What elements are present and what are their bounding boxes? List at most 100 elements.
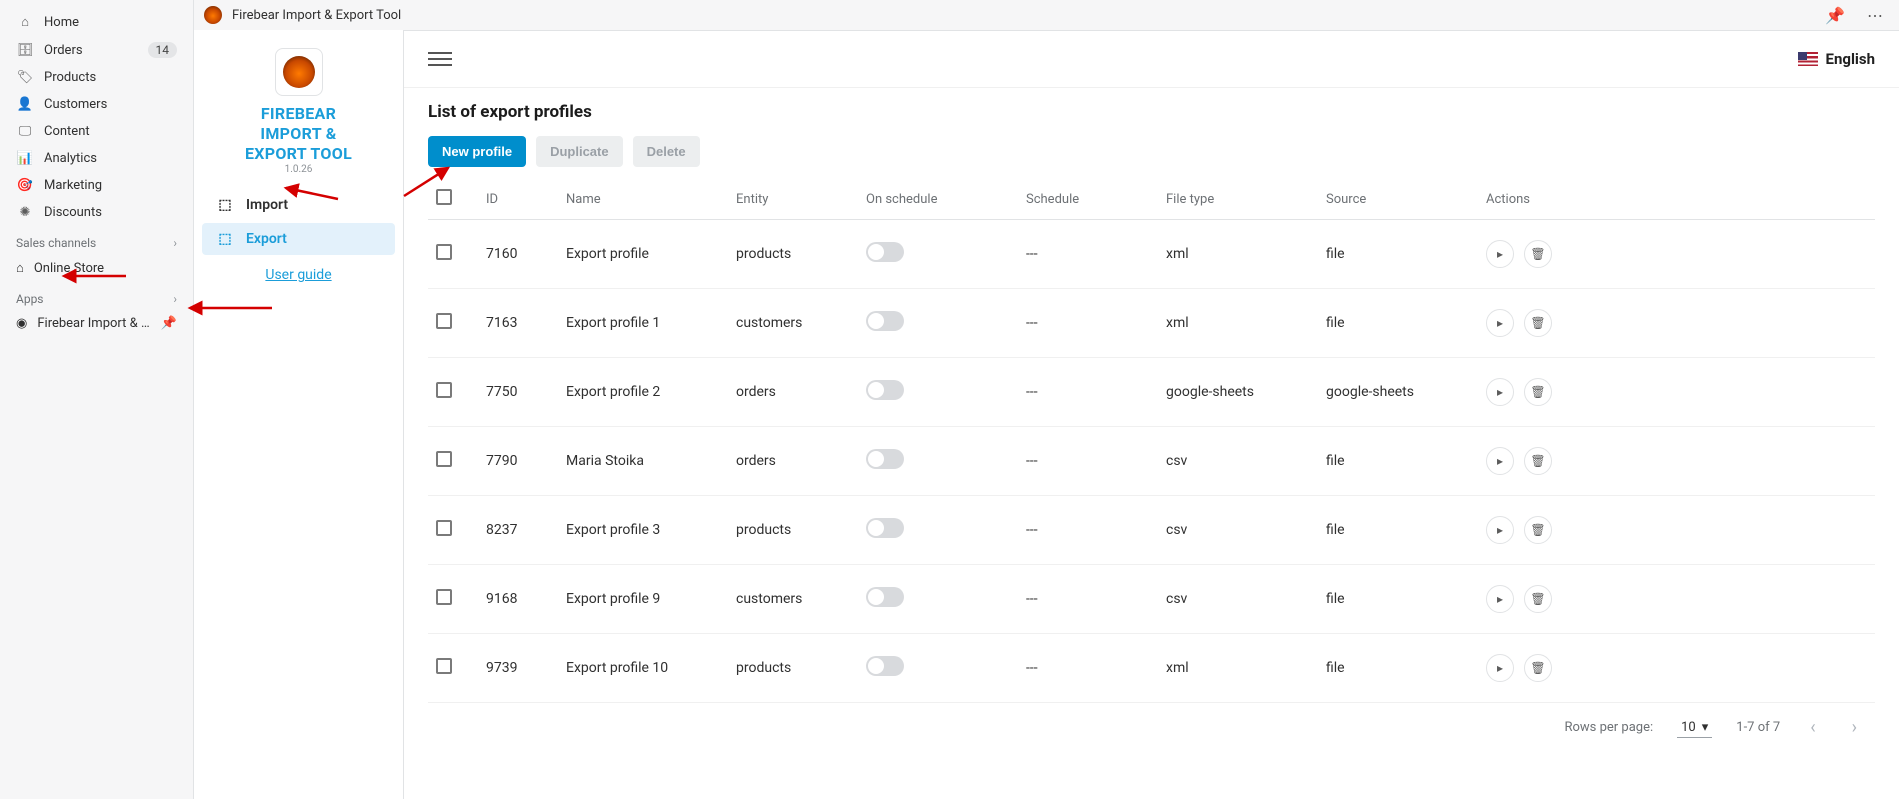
cell-source: file	[1318, 496, 1478, 565]
run-button[interactable]: ▸	[1486, 378, 1514, 406]
sidebar-item-products[interactable]: 🏷Products	[4, 64, 189, 91]
cell-filetype: xml	[1158, 634, 1318, 703]
run-button[interactable]: ▸	[1486, 240, 1514, 268]
row-checkbox[interactable]	[436, 244, 452, 260]
duplicate-button: Duplicate	[536, 136, 623, 167]
nav-label: Analytics	[44, 151, 177, 166]
pin-icon[interactable]: 📌	[1819, 6, 1851, 25]
pager-next[interactable]: ›	[1846, 717, 1863, 738]
cell-name: Export profile 2	[558, 358, 728, 427]
cell-entity: customers	[728, 289, 858, 358]
schedule-toggle[interactable]	[866, 380, 904, 400]
table-row[interactable]: 8237Export profile 3products---csvfile▸🗑	[428, 496, 1875, 565]
row-checkbox[interactable]	[436, 451, 452, 467]
schedule-toggle[interactable]	[866, 587, 904, 607]
schedule-toggle[interactable]	[866, 518, 904, 538]
page-title: List of export profiles	[428, 102, 1875, 122]
run-button[interactable]: ▸	[1486, 654, 1514, 682]
delete-row-button[interactable]: 🗑	[1524, 516, 1552, 544]
schedule-toggle[interactable]	[866, 449, 904, 469]
nav-icon: 🗄	[16, 43, 34, 58]
sidebar-item-marketing[interactable]: 🎯Marketing	[4, 172, 189, 199]
sidebar-item-discounts[interactable]: ✺ Discounts	[4, 199, 189, 226]
pager-range: 1-7 of 7	[1736, 720, 1780, 735]
cell-entity: orders	[728, 427, 858, 496]
run-button[interactable]: ▸	[1486, 585, 1514, 613]
hamburger-icon[interactable]	[428, 47, 452, 71]
sidebar-item-firebear-app[interactable]: ◉ Firebear Import & Exp... 📌	[4, 310, 189, 337]
nav-label: Content	[44, 124, 177, 139]
row-checkbox[interactable]	[436, 313, 452, 329]
pin-icon[interactable]: 📌	[161, 316, 177, 331]
delete-row-button[interactable]: 🗑	[1524, 240, 1552, 268]
delete-row-button[interactable]: 🗑	[1524, 309, 1552, 337]
cell-filetype: csv	[1158, 496, 1318, 565]
select-all-checkbox[interactable]	[436, 189, 452, 205]
cell-entity: products	[728, 220, 858, 289]
pager-prev[interactable]: ‹	[1804, 717, 1821, 738]
table-row[interactable]: 7163Export profile 1customers---xmlfile▸…	[428, 289, 1875, 358]
sidebar-item-analytics[interactable]: 📊Analytics	[4, 145, 189, 172]
delete-row-button[interactable]: 🗑	[1524, 378, 1552, 406]
run-button[interactable]: ▸	[1486, 516, 1514, 544]
schedule-toggle[interactable]	[866, 656, 904, 676]
row-checkbox[interactable]	[436, 382, 452, 398]
app-nav-export[interactable]: ⬚ Export	[202, 223, 395, 255]
row-checkbox[interactable]	[436, 658, 452, 674]
app-nav-import[interactable]: ⬚ Import	[202, 189, 395, 221]
schedule-toggle[interactable]	[866, 311, 904, 331]
cell-id: 7790	[478, 427, 558, 496]
cell-schedule: ---	[1018, 427, 1158, 496]
table-row[interactable]: 9168Export profile 9customers---csvfile▸…	[428, 565, 1875, 634]
table-pager: Rows per page: 10 ▾ 1-7 of 7 ‹ ›	[428, 703, 1875, 752]
rows-per-page-select[interactable]: 10 ▾	[1677, 718, 1712, 738]
col-id: ID	[478, 179, 558, 220]
cell-id: 9168	[478, 565, 558, 634]
cell-source: file	[1318, 220, 1478, 289]
cell-schedule: ---	[1018, 496, 1158, 565]
schedule-toggle[interactable]	[866, 242, 904, 262]
more-icon[interactable]: ⋯	[1861, 6, 1889, 25]
row-checkbox[interactable]	[436, 520, 452, 536]
cell-id: 7160	[478, 220, 558, 289]
nav-icon: 🏷	[16, 70, 34, 85]
cell-name: Export profile 1	[558, 289, 728, 358]
row-checkbox[interactable]	[436, 589, 452, 605]
table-row[interactable]: 7160Export profileproducts---xmlfile▸🗑	[428, 220, 1875, 289]
sidebar-item-content[interactable]: 🖵Content	[4, 118, 189, 145]
app-title-bar: Firebear Import & Export Tool 📌 ⋯	[194, 0, 1899, 30]
nav-icon: ✺	[16, 205, 34, 220]
cell-schedule: ---	[1018, 565, 1158, 634]
nav-section-sales[interactable]: Sales channels ›	[4, 226, 189, 254]
cell-name: Export profile 3	[558, 496, 728, 565]
firebear-logo-icon	[275, 48, 323, 96]
run-button[interactable]: ▸	[1486, 309, 1514, 337]
delete-row-button[interactable]: 🗑	[1524, 447, 1552, 475]
cell-source: file	[1318, 289, 1478, 358]
sidebar-item-online-store[interactable]: ⌂ Online Store	[4, 254, 189, 282]
sidebar-item-customers[interactable]: 👤 Customers	[4, 91, 189, 118]
firebear-logo-icon	[204, 6, 222, 24]
run-button[interactable]: ▸	[1486, 447, 1514, 475]
delete-row-button[interactable]: 🗑	[1524, 654, 1552, 682]
nav-label: Customers	[44, 97, 177, 112]
nav-icon: 👤	[16, 97, 34, 112]
cell-filetype: csv	[1158, 427, 1318, 496]
sidebar-item-orders[interactable]: 🗄Orders14	[4, 36, 189, 64]
user-guide-link[interactable]: User guide	[198, 257, 399, 293]
cell-name: Export profile 9	[558, 565, 728, 634]
nav-badge: 14	[148, 42, 178, 58]
nav-section-apps[interactable]: Apps ›	[4, 282, 189, 310]
nav-label: Discounts	[44, 205, 177, 220]
cell-id: 7163	[478, 289, 558, 358]
table-row[interactable]: 9739Export profile 10products---xmlfile▸…	[428, 634, 1875, 703]
delete-row-button[interactable]: 🗑	[1524, 585, 1552, 613]
language-switcher[interactable]: English	[1798, 50, 1875, 68]
table-row[interactable]: 7750Export profile 2orders---google-shee…	[428, 358, 1875, 427]
profiles-table: ID Name Entity On schedule Schedule File…	[428, 179, 1875, 703]
sidebar-item-home[interactable]: ⌂Home	[4, 8, 189, 36]
new-profile-button[interactable]: New profile	[428, 136, 526, 167]
table-row[interactable]: 7790Maria Stoikaorders---csvfile▸🗑	[428, 427, 1875, 496]
cell-name: Export profile 10	[558, 634, 728, 703]
col-actions: Actions	[1478, 179, 1875, 220]
